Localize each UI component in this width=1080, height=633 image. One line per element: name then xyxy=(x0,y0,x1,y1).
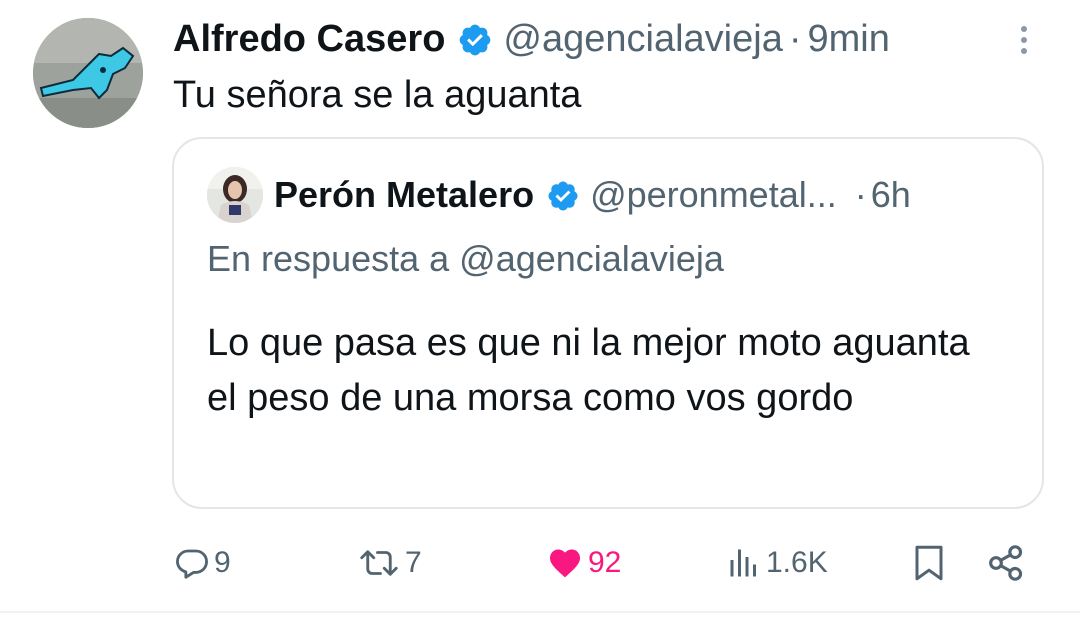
quoted-reply-context[interactable]: En respuesta a @agencialavieja xyxy=(207,236,724,282)
tweet-time[interactable]: 9min xyxy=(807,14,889,64)
like-count: 92 xyxy=(588,546,622,579)
retweet-button[interactable]: 7 xyxy=(357,538,422,588)
tweet-header: Alfredo Casero @agencialavieja · 9min xyxy=(173,14,890,64)
tweet[interactable]: Alfredo Casero @agencialavieja · 9min Tu… xyxy=(0,0,1080,633)
quoted-author-name[interactable]: Perón Metalero xyxy=(274,172,534,218)
views-button[interactable]: 1.6K xyxy=(726,538,828,588)
author-avatar[interactable] xyxy=(33,18,143,128)
quoted-header-separator: · xyxy=(854,174,867,215)
reply-count: 9 xyxy=(214,546,231,579)
like-button[interactable]: 92 xyxy=(546,538,621,588)
verified-badge-icon xyxy=(457,21,493,57)
author-handle[interactable]: @agencialavieja xyxy=(503,14,782,64)
header-separator: · xyxy=(788,18,802,60)
quoted-text: Lo que pasa es que ni la mejor moto agua… xyxy=(207,322,970,419)
reply-icon xyxy=(174,545,210,581)
quoted-author-handle[interactable]: @peronmetal... xyxy=(590,172,837,218)
bookmark-icon xyxy=(911,543,947,583)
share-button[interactable] xyxy=(986,538,1026,588)
quoted-tweet[interactable]: Perón Metalero @peronmetal... · 6h En re… xyxy=(172,137,1044,509)
verified-badge-icon xyxy=(546,178,580,212)
more-options-icon[interactable] xyxy=(1016,26,1032,62)
bookmark-button[interactable] xyxy=(911,538,947,588)
quoted-header: Perón Metalero @peronmetal... · 6h xyxy=(274,172,1014,218)
quoted-author-avatar[interactable] xyxy=(207,167,263,223)
views-count: 1.6K xyxy=(766,546,828,579)
retweet-count: 7 xyxy=(405,546,422,579)
action-bar: 9 7 92 1.6K xyxy=(0,538,1080,588)
bottom-divider xyxy=(0,611,1080,613)
views-icon xyxy=(726,545,762,581)
share-icon xyxy=(986,543,1026,583)
retweet-icon xyxy=(357,545,401,581)
reply-button[interactable]: 9 xyxy=(174,538,231,588)
author-name[interactable]: Alfredo Casero xyxy=(173,14,445,64)
heart-icon xyxy=(546,545,584,581)
quoted-time[interactable]: 6h xyxy=(871,172,911,218)
tweet-text: Tu señora se la aguanta xyxy=(173,74,582,116)
